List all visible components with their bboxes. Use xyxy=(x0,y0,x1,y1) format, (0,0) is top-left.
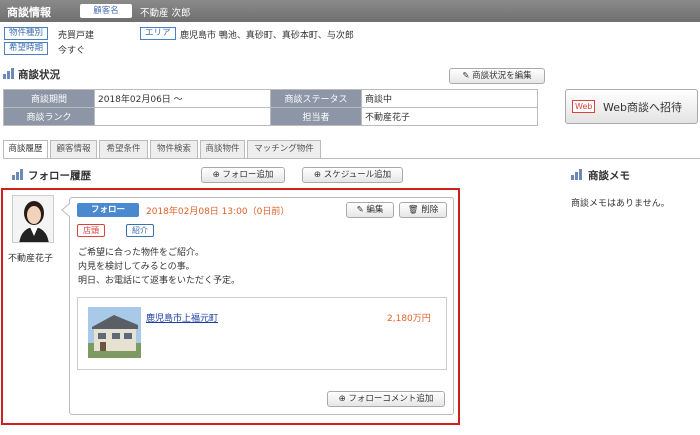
property-link[interactable]: 鹿児島市上福元町 xyxy=(146,311,218,324)
delete-entry-label: 削除 xyxy=(421,205,439,215)
entry-text-line-3: 明日、お電話にて返事をいただく予定。 xyxy=(78,276,241,286)
rank-label: 商談ランク xyxy=(3,107,95,126)
tab-divider xyxy=(3,158,700,159)
property-type-value: 売買戸建 xyxy=(58,31,95,41)
status-section-title: 商談状況 xyxy=(18,69,60,81)
add-schedule-label: スケジュール追加 xyxy=(323,170,392,180)
period-label: 商談期間 xyxy=(3,89,95,108)
web-invite-button[interactable]: Web Web商談へ招待 xyxy=(565,89,698,124)
follow-type-badge: フォロー xyxy=(77,203,139,217)
delete-entry-button[interactable]: 🗑 削除 xyxy=(399,202,447,218)
edit-icon: ✎ xyxy=(462,71,470,81)
chart-icon xyxy=(571,169,582,180)
tab-customer[interactable]: 顧客情報 xyxy=(50,140,97,158)
status-table: 商談期間 2018年02月06日 ～ 商談ステータス 商談中 商談ランク 担当者… xyxy=(3,89,538,126)
add-follow-comment-button[interactable]: ⊕ フォローコメント追加 xyxy=(327,391,445,407)
tab-search[interactable]: 物件検索 xyxy=(150,140,198,158)
entry-text-line-1: ご希望に合った物件をご紹介。 xyxy=(78,248,205,258)
status-value: 商談中 xyxy=(361,89,538,108)
property-image xyxy=(88,307,141,358)
add-follow-comment-label: フォローコメント追加 xyxy=(348,394,434,404)
edit-entry-button[interactable]: ✎ 編集 xyxy=(346,202,394,218)
follow-section-title: フォロー履歴 xyxy=(28,170,91,182)
area-label: エリア xyxy=(140,27,176,40)
edit-status-button[interactable]: ✎ 商談状況を編集 xyxy=(449,68,545,84)
plus-circle-icon: ⊕ xyxy=(313,170,321,180)
add-follow-label: フォロー追加 xyxy=(222,170,274,180)
tab-history[interactable]: 商談履歴 xyxy=(3,140,48,158)
add-follow-button[interactable]: ⊕ フォロー追加 xyxy=(201,167,285,183)
tag-storefront: 店頭 xyxy=(77,224,105,237)
rank-value xyxy=(94,107,271,126)
user-name: 不動産花子 xyxy=(8,254,54,264)
avatar xyxy=(12,195,54,243)
card-pointer xyxy=(61,203,71,217)
timing-value: 今すぐ xyxy=(58,46,86,56)
customer-name: 不動産 次郎 xyxy=(140,8,191,19)
edit-icon: ✎ xyxy=(356,205,364,215)
add-schedule-button[interactable]: ⊕ スケジュール追加 xyxy=(302,167,403,183)
title-bar: 商談情報 顧客名 不動産 次郎 xyxy=(0,0,700,22)
chart-icon xyxy=(3,68,14,79)
owner-label: 担当者 xyxy=(270,107,362,126)
area-value: 鹿児島市 鴨池、真砂町、真砂本町、与次郎 xyxy=(180,31,354,41)
timing-label: 希望時期 xyxy=(4,42,49,55)
memo-section-title: 商談メモ xyxy=(588,170,630,182)
owner-value: 不動産花子 xyxy=(361,107,538,126)
entry-text-line-2: 内見を検討してみるとの事。 xyxy=(78,262,195,272)
memo-empty-text: 商談メモはありません。 xyxy=(571,199,670,209)
page-title: 商談情報 xyxy=(7,6,51,19)
chart-icon xyxy=(12,169,23,180)
property-price: 2,180万円 xyxy=(387,314,431,324)
plus-circle-icon: ⊕ xyxy=(338,394,346,404)
tab-conditions[interactable]: 希望条件 xyxy=(99,140,148,158)
plus-circle-icon: ⊕ xyxy=(212,170,220,180)
edit-entry-label: 編集 xyxy=(366,205,384,215)
web-invite-label: Web商談へ招待 xyxy=(603,101,682,114)
period-value: 2018年02月06日 ～ xyxy=(94,89,271,108)
tag-referral: 紹介 xyxy=(126,224,154,237)
web-icon: Web xyxy=(572,100,596,113)
follow-datetime: 2018年02月08日 13:00（0日前） xyxy=(146,207,290,217)
tab-deal-properties[interactable]: 商談物件 xyxy=(200,140,245,158)
property-type-label: 物件種別 xyxy=(4,27,49,40)
edit-status-label: 商談状況を編集 xyxy=(472,71,532,81)
status-label: 商談ステータス xyxy=(270,89,362,108)
trash-icon: 🗑 xyxy=(407,205,419,215)
customer-name-badge: 顧客名 xyxy=(80,4,132,18)
tab-matching[interactable]: マッチング物件 xyxy=(247,140,321,158)
